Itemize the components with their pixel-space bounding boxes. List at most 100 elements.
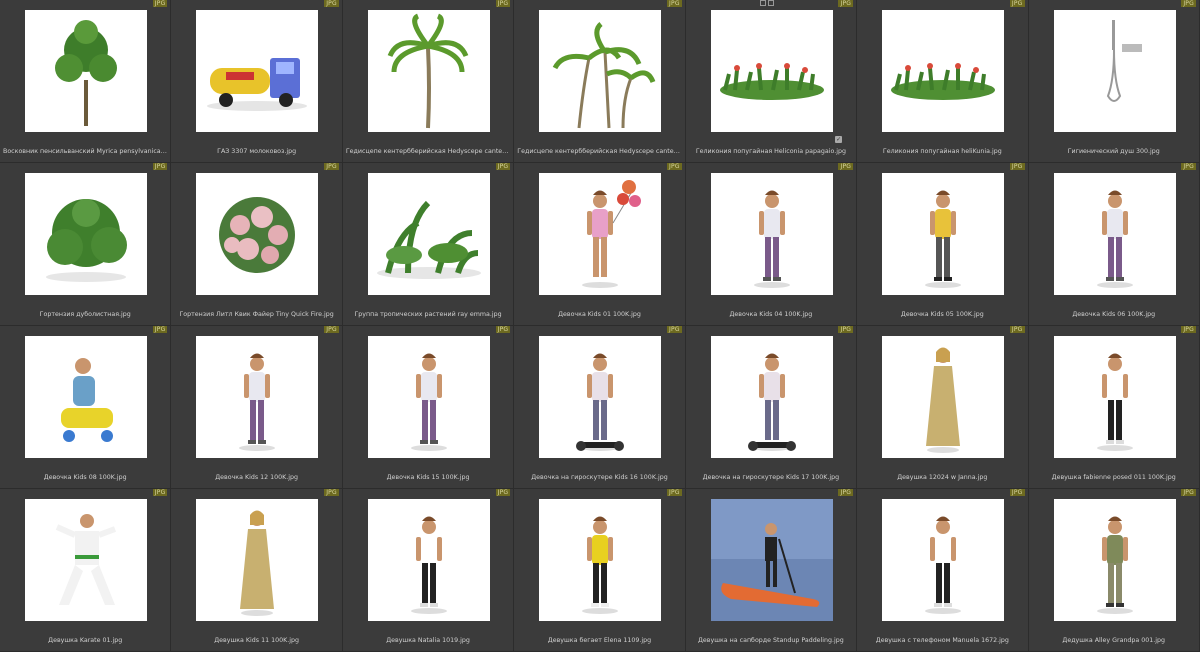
file-name-label: Девушка на сапборде Standup Paddeling.jp… (697, 637, 844, 644)
file-tile-13[interactable]: JPG Девочка Kids 05 100K.jpg (857, 163, 1029, 326)
file-type-badge: JPG (495, 326, 511, 333)
thumbnail-image[interactable] (710, 336, 833, 458)
file-name-label: Дедушка Alley Grandpa 001.jpg (1062, 637, 1166, 644)
file-tile-6[interactable]: JPG Геликония попугайная heliKunia.jpg (857, 0, 1029, 163)
file-tile-24[interactable]: JPG Девушка Natalia 1019.jpg (342, 489, 515, 652)
thumbnail-image[interactable] (710, 10, 833, 132)
edit-icon[interactable] (759, 0, 766, 6)
file-tile-23[interactable]: JPG Девушка Kids 11 100K.jpg (171, 489, 343, 652)
file-type-badge: JPG (667, 489, 682, 496)
thumbnail-art (1106, 20, 1142, 102)
thumbnail-image[interactable] (367, 173, 490, 295)
thumbnail-image[interactable] (196, 10, 319, 132)
thumbnail-image[interactable] (882, 173, 1005, 295)
file-type-badge: JPG (1181, 489, 1196, 496)
thumbnail-image[interactable] (25, 336, 147, 458)
file-type-badge: JPG (667, 0, 682, 7)
file-tile-11[interactable]: JPG Девочка Kids 01 100K.jpg (514, 163, 686, 326)
thumbnail-image[interactable] (25, 10, 147, 132)
thumbnail-art (753, 190, 790, 288)
thumbnail-image[interactable] (367, 499, 490, 621)
thumbnail-art (576, 353, 625, 451)
file-tile-21[interactable]: JPG Девушка fabienne posed 011 100K.jpg (1028, 326, 1200, 489)
file-type-badge: JPG (1009, 489, 1025, 496)
file-name-label: Геликония попугайная heliKunia.jpg (882, 148, 1002, 155)
pen-icon[interactable] (767, 0, 774, 6)
thumbnail-art (410, 353, 447, 451)
file-type-badge: JPG (495, 489, 511, 496)
file-type-badge: JPG (838, 163, 854, 170)
file-type-badge: JPG (324, 0, 339, 7)
tile-action-icons[interactable] (759, 0, 774, 6)
thumbnail-image[interactable] (539, 173, 662, 295)
file-tile-22[interactable]: JPG Девушка Karate 01.jpg (0, 489, 172, 652)
thumbnail-image[interactable] (539, 10, 662, 132)
thumbnail-art (1096, 516, 1133, 614)
thumbnail-art (55, 20, 117, 126)
checkbox-icon[interactable]: ✓ (835, 136, 843, 143)
file-tile-20[interactable]: JPG Девушка 12024 w Janna.jpg (857, 326, 1029, 489)
thumbnail-art (1096, 190, 1133, 288)
thumbnail-art (387, 13, 469, 129)
thumbnail-image[interactable] (196, 173, 319, 295)
file-name-label: Девочка Kids 04 100K.jpg (729, 311, 813, 318)
file-tile-2[interactable]: JPG ГАЗ 3307 молоковоз.jpg (171, 0, 343, 163)
thumbnail-art (46, 199, 127, 282)
thumbnail-image[interactable] (196, 336, 319, 458)
thumbnail-image[interactable] (196, 499, 319, 621)
file-type-badge: JPG (838, 489, 854, 496)
file-type-badge: JPG (1181, 0, 1196, 7)
file-type-badge: JPG (495, 0, 511, 7)
thumbnail-art (925, 190, 962, 288)
file-name-label: Девочка Kids 06 100K.jpg (1072, 311, 1156, 318)
file-tile-15[interactable]: JPG Девочка Kids 08 100K.jpg (0, 326, 172, 489)
thumbnail-image[interactable] (1053, 499, 1176, 621)
file-tile-1[interactable]: JPG Восковник пенсильванский Myrica pens… (0, 0, 172, 163)
file-tile-27[interactable]: JPG Девушка с телефоном Manuela 1672.jpg (857, 489, 1029, 652)
file-tile-4[interactable]: JPG Гедисцепе кентербберийская Hedyscepe… (514, 0, 686, 163)
thumbnail-image[interactable] (1053, 173, 1176, 295)
file-type-badge: JPG (838, 0, 854, 7)
file-name-label: Девушка Natalia 1019.jpg (386, 637, 470, 644)
file-tile-18[interactable]: JPG Девочка на гироскутере Kids 16 100K.… (514, 326, 686, 489)
file-type-badge: JPG (838, 326, 854, 333)
file-tile-16[interactable]: JPG Девочка Kids 12 100K.jpg (171, 326, 343, 489)
file-tile-8[interactable]: JPG Гортензия дуболистная.jpg (0, 163, 172, 326)
file-tile-9[interactable]: JPG Гортензия Литл Квик Файер Tiny Quick… (171, 163, 343, 326)
thumbnail-image[interactable] (367, 10, 490, 132)
thumbnail-image[interactable] (882, 336, 1005, 458)
thumbnail-art (719, 63, 824, 100)
file-name-label: Девушка с телефоном Manuela 1672.jpg (875, 637, 1009, 644)
file-tile-14[interactable]: JPG Девочка Kids 06 100K.jpg (1028, 163, 1200, 326)
file-name-label: Группа тропических растений ray emma.jpg (354, 311, 502, 318)
thumbnail-image[interactable] (367, 336, 490, 458)
thumbnail-art (207, 58, 308, 111)
file-type-badge: JPG (495, 163, 511, 170)
file-tile-19[interactable]: JPG Девочка на гироскутере Kids 17 100K.… (685, 326, 858, 489)
file-tile-17[interactable]: JPG Девочка Kids 15 100K.jpg (342, 326, 515, 489)
file-type-badge: JPG (324, 489, 339, 496)
file-tile-12[interactable]: JPG Девочка Kids 04 100K.jpg (685, 163, 858, 326)
thumbnail-image[interactable] (1053, 10, 1176, 132)
thumbnail-image[interactable] (539, 499, 662, 621)
thumbnail-image[interactable] (882, 10, 1005, 132)
thumbnail-image[interactable] (710, 173, 833, 295)
thumbnail-image[interactable] (710, 499, 833, 621)
file-tile-10[interactable]: JPG Группа тропических растений ray emma… (342, 163, 515, 326)
file-tile-26[interactable]: JPG Девушка на сапборде Standup Paddelin… (685, 489, 858, 652)
file-tile-5[interactable]: JPG Геликония попугайная Heliconia papag… (685, 0, 858, 163)
thumbnail-image[interactable] (25, 173, 147, 295)
file-type-badge: JPG (152, 163, 168, 170)
file-tile-25[interactable]: JPG Девушка бегает Elena 1109.jpg (514, 489, 686, 652)
file-tile-7[interactable]: JPG Гигиенический душ 300.jpg (1028, 0, 1200, 163)
thumbnail-image[interactable] (25, 499, 147, 621)
file-type-badge: JPG (152, 489, 168, 496)
thumbnail-art (926, 347, 961, 453)
thumbnail-image[interactable] (539, 336, 662, 458)
thumbnail-image[interactable] (882, 499, 1005, 621)
file-name-label: Девушка 12024 w Janna.jpg (897, 474, 988, 481)
thumbnail-image[interactable] (1053, 336, 1176, 458)
thumbnail-art (1096, 353, 1133, 451)
file-tile-3[interactable]: JPG Гедисцепе кентербберийская Hedyscepe… (342, 0, 515, 163)
file-tile-28[interactable]: JPG Дедушка Alley Grandpa 001.jpg (1028, 489, 1200, 652)
